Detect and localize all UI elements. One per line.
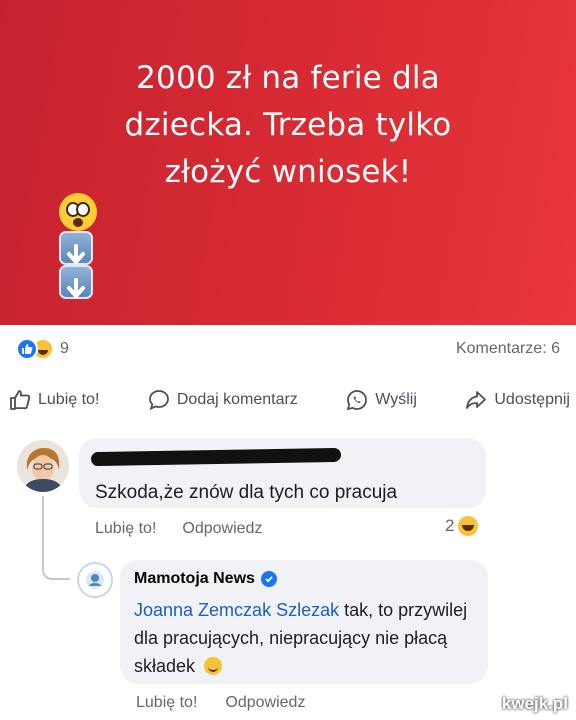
share-button-label: Udostępnij: [494, 391, 570, 408]
comments-count-link[interactable]: Komentarze: 6: [456, 340, 560, 358]
share-button[interactable]: Udostępnij: [464, 388, 570, 412]
comment-reaction-count: 2: [445, 516, 455, 535]
reply-bubble: Mamotoja News Joanna Zemczak Szlezak tak…: [120, 560, 488, 684]
like-button[interactable]: Lubię to!: [8, 388, 99, 412]
comment-button[interactable]: Dodaj komentarz: [147, 388, 298, 412]
banner-line-1: 2000 zł na ferie dla: [136, 60, 440, 96]
reaction-count: 9: [60, 340, 69, 357]
send-button[interactable]: Wyślij: [345, 388, 417, 412]
reply-mention-link[interactable]: Joanna Zemczak Szlezak: [134, 600, 339, 620]
comment-like-link[interactable]: Lubię to!: [95, 520, 156, 538]
speech-bubble-icon: [148, 390, 169, 411]
thumbs-up-icon: [10, 390, 31, 410]
astonished-face-emoji-icon: [59, 193, 97, 231]
reply-author-avatar[interactable]: [77, 562, 113, 598]
reply-like-link[interactable]: Lubię to!: [136, 694, 197, 712]
comment-text: Szkoda,że znów dla tych co pracuja: [95, 482, 398, 503]
share-arrow-icon: [466, 391, 487, 409]
reply-text: Joanna Zemczak Szlezak tak, to przywilej…: [134, 596, 479, 680]
like-button-label: Lubię to!: [38, 391, 100, 408]
watermark: kwejk.pl: [501, 694, 568, 713]
winking-face-icon: [204, 657, 223, 675]
banner-emojis: [59, 193, 523, 299]
post-banner: 2000 zł na ferie dla dziecka. Trzeba tyl…: [0, 0, 576, 325]
reply-reply-link[interactable]: Odpowiedz: [225, 694, 305, 712]
banner-line-2: dziecka. Trzeba tylko: [124, 107, 452, 143]
comment-reactions[interactable]: 2: [445, 516, 479, 536]
verified-badge-icon: [260, 571, 277, 587]
send-button-label: Wyślij: [375, 391, 417, 408]
reactions-summary[interactable]: 9: [16, 338, 69, 360]
whatsapp-icon: [347, 390, 368, 411]
comment-reply-link[interactable]: Odpowiedz: [182, 520, 262, 538]
down-arrow-emoji-icon: [59, 231, 93, 265]
mamotoja-logo-icon: [86, 571, 104, 589]
thread-connector: [42, 496, 70, 580]
reply-actions: Lubię to! Odpowiedz: [136, 694, 305, 712]
comment-actions: Lubię to! Odpowiedz: [95, 520, 262, 538]
redacted-author-name: [90, 447, 342, 467]
haha-reaction-icon: [458, 516, 479, 536]
down-arrow-emoji-icon: [59, 265, 93, 299]
reply-author-name[interactable]: Mamotoja News: [134, 570, 255, 588]
post-stats: 9 Komentarze: 6: [0, 332, 576, 368]
banner-line-3: złożyć wniosek!: [164, 154, 412, 190]
comment-button-label: Dodaj komentarz: [176, 391, 298, 408]
reply-author: Mamotoja News: [134, 570, 277, 588]
comment-bubble: Szkoda,że znów dla tych co pracuja: [79, 438, 486, 508]
banner-line-3-wrap: złożyć wniosek!: [53, 149, 523, 302]
like-reaction-icon: [16, 338, 38, 360]
banner-text: 2000 zł na ferie dla dziecka. Trzeba tyl…: [53, 55, 523, 302]
commenter-avatar[interactable]: [17, 440, 69, 492]
post-actions-bar: Lubię to! Dodaj komentarz Wyślij Udostęp…: [0, 382, 576, 418]
